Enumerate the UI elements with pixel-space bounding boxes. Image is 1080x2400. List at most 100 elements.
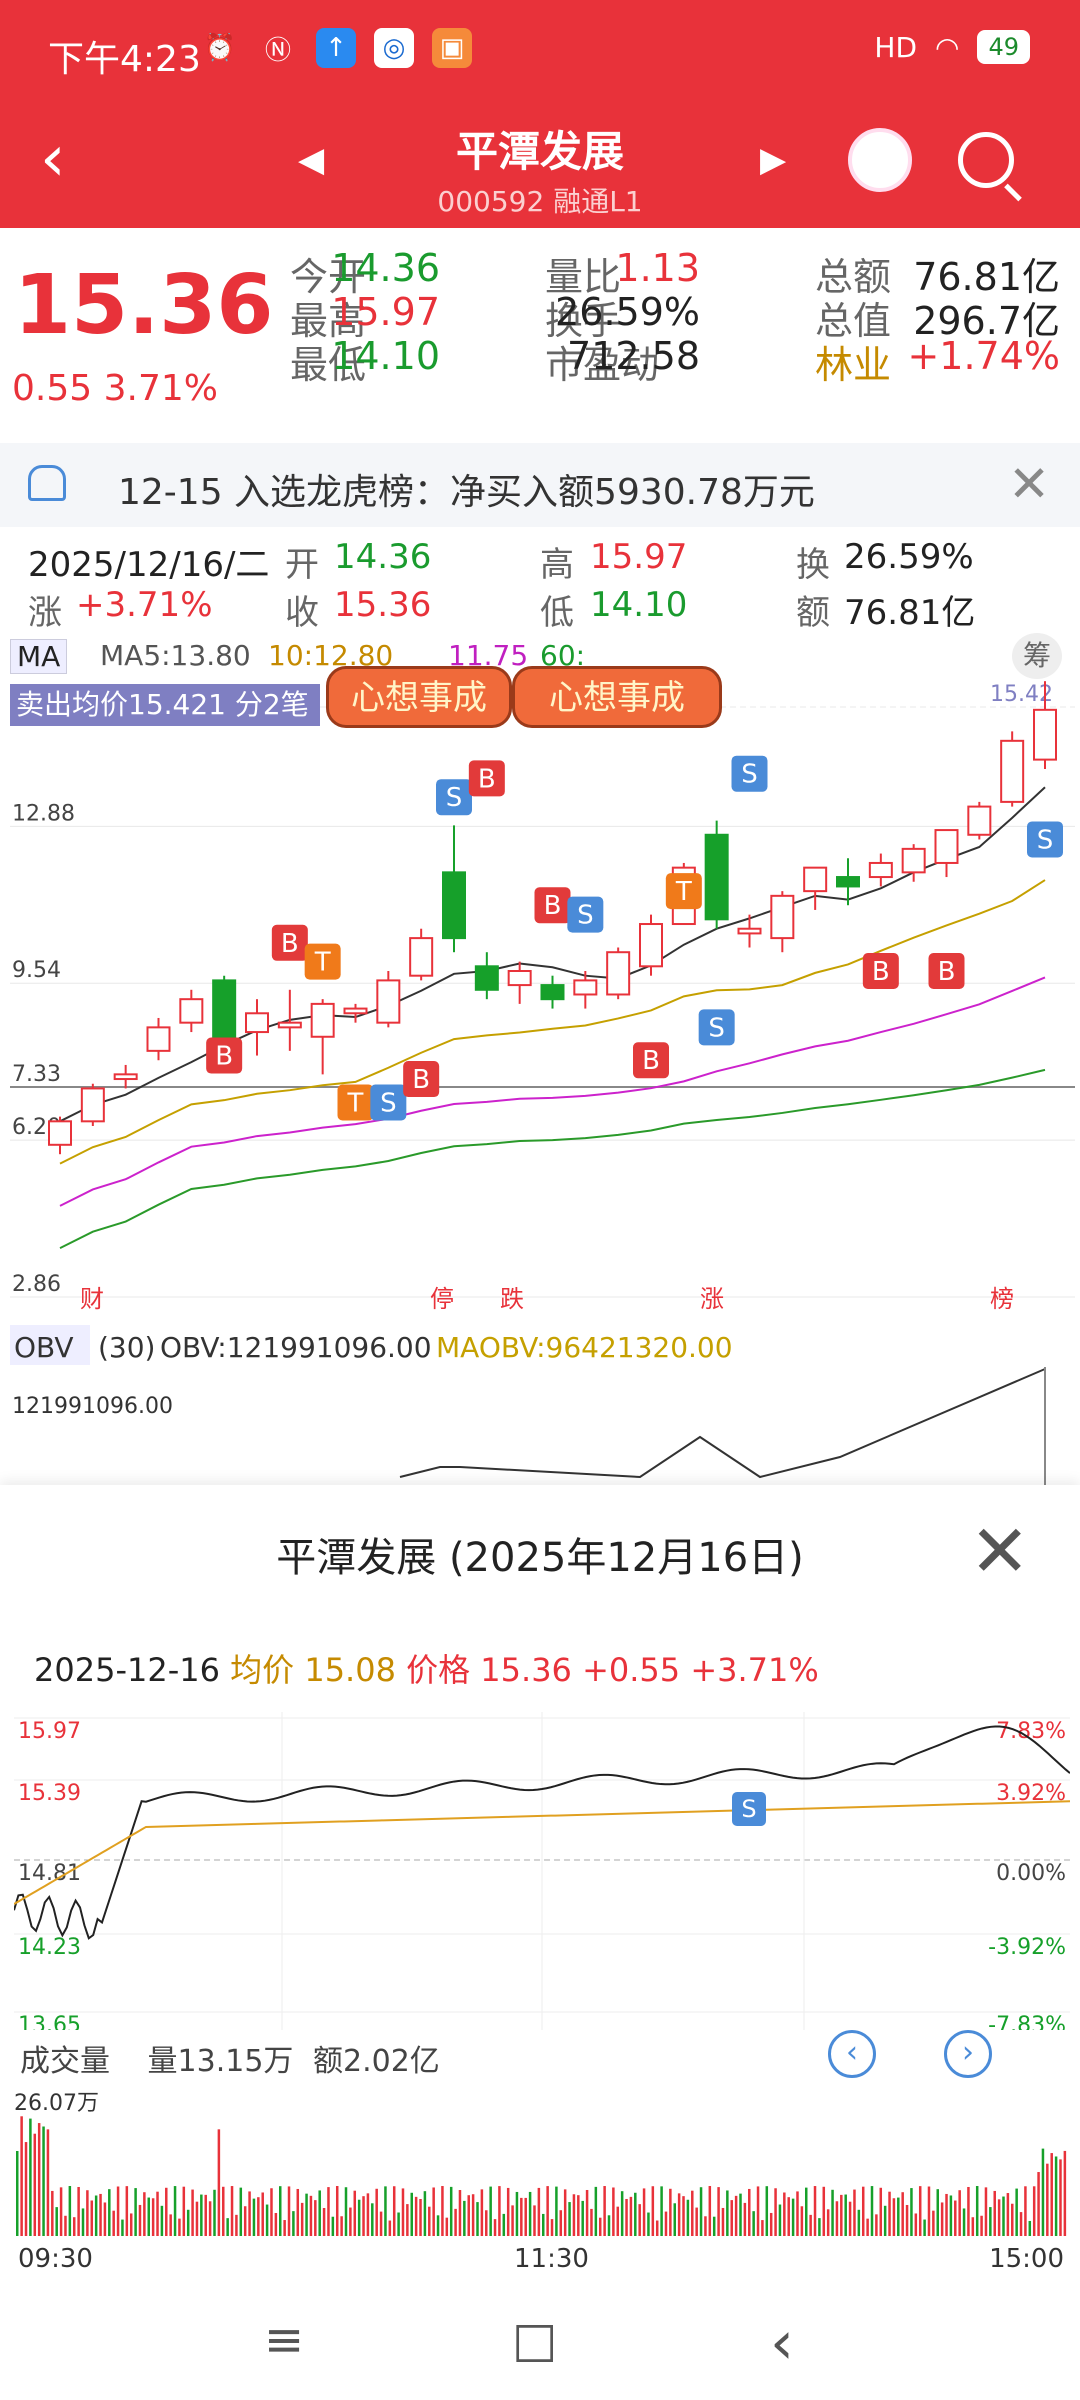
obv-y-top: 121991096.00 bbox=[12, 1394, 173, 1419]
volume-bar bbox=[292, 2211, 295, 2236]
app-icon: ◎ bbox=[374, 28, 414, 68]
next-stock-button[interactable]: ▶ bbox=[760, 140, 786, 180]
volume-bar bbox=[954, 2200, 957, 2236]
volume-bar bbox=[1006, 2193, 1010, 2236]
volume-bar bbox=[835, 2201, 839, 2236]
volume-bar bbox=[691, 2190, 694, 2236]
volume-bar bbox=[875, 2214, 878, 2236]
volume-bar bbox=[563, 2189, 567, 2236]
volume-bar bbox=[612, 2187, 615, 2236]
event-label: 涨 bbox=[700, 1285, 724, 1313]
volume-bar bbox=[805, 2187, 808, 2236]
volume-bar bbox=[1011, 2203, 1014, 2236]
candle-body bbox=[704, 833, 729, 921]
volume-bar bbox=[151, 2198, 155, 2236]
chip-button[interactable]: 筹 bbox=[1012, 633, 1062, 679]
volume-bar bbox=[809, 2214, 812, 2236]
volume-bar bbox=[169, 2214, 172, 2236]
close-icon[interactable]: ✕ bbox=[970, 1509, 1030, 1593]
candle-body bbox=[1033, 708, 1057, 761]
menu-button[interactable]: ≡ bbox=[264, 2312, 304, 2368]
volume-bar bbox=[331, 2216, 335, 2236]
volume-value: 量13.15万 bbox=[147, 2044, 294, 2079]
intraday-chart[interactable]: 15.97 7.83%15.39 3.92%14.81 0.00%14.23 -3.92… bbox=[14, 1712, 1070, 2030]
nfc-icon: Ⓝ bbox=[264, 35, 291, 66]
ma-dropdown[interactable]: MA bbox=[10, 639, 68, 674]
time-axis: 09:30 11:30 15:00 bbox=[14, 2240, 1070, 2280]
volume-bar bbox=[309, 2195, 313, 2236]
search-icon[interactable] bbox=[958, 132, 1014, 188]
volume-bar bbox=[222, 2186, 225, 2236]
alarm-icon: ⏰ bbox=[203, 33, 237, 63]
volume-bar bbox=[173, 2186, 177, 2236]
open-label: 开 bbox=[285, 545, 319, 585]
trade-marker-label: B bbox=[412, 1065, 430, 1095]
volume-bar bbox=[673, 2203, 676, 2236]
volume-bar bbox=[200, 2194, 203, 2236]
volume-bar bbox=[143, 2192, 146, 2236]
volume-bar bbox=[94, 2195, 98, 2236]
volume-bar bbox=[1050, 2153, 1053, 2236]
volume-bar bbox=[870, 2186, 874, 2236]
y-left-label: 14.23 bbox=[18, 1935, 81, 1960]
kline-chart[interactable]: 15.4212.889.547.336.202.86BBTT SBSBB SBTSS… bbox=[0, 627, 1080, 1317]
volume-bar bbox=[883, 2205, 887, 2236]
volume-bar bbox=[572, 2194, 576, 2236]
volume-bar bbox=[1002, 2196, 1005, 2236]
sell-average-label: 卖出均价15.421 分2笔 bbox=[10, 684, 320, 726]
candle-body bbox=[573, 979, 598, 996]
volume-bar bbox=[818, 2218, 821, 2236]
candle-body bbox=[310, 1002, 335, 1038]
volume-bar bbox=[1024, 2186, 1027, 2236]
home-button[interactable]: □ bbox=[512, 2312, 557, 2368]
stock-header: ‹ ◀ 平潭发展 000592 融通L1 ▶ bbox=[0, 100, 1080, 228]
volume-bar bbox=[1041, 2148, 1045, 2236]
volume-bar bbox=[68, 2186, 72, 2236]
time-end: 15:00 bbox=[989, 2244, 1064, 2274]
obv-period: (30) bbox=[98, 1331, 155, 1364]
volume-bar bbox=[423, 2191, 427, 2236]
change-value: 0.55 bbox=[12, 368, 93, 409]
volume-bar bbox=[432, 2187, 435, 2236]
event-label: 停 bbox=[430, 1285, 454, 1313]
back-nav-button[interactable]: ‹ bbox=[770, 2308, 794, 2378]
volume-bar bbox=[660, 2186, 663, 2236]
avg-value: 15.08 bbox=[304, 1651, 396, 1689]
volume-bar bbox=[252, 2198, 256, 2236]
trade-marker-label: B bbox=[642, 1046, 660, 1076]
volume-bar bbox=[585, 2189, 589, 2236]
y-tick-label: 2.86 bbox=[12, 1272, 61, 1297]
volume-bar bbox=[77, 2186, 80, 2236]
volume-bar bbox=[322, 2208, 326, 2236]
trade-marker-label: B bbox=[478, 764, 496, 794]
next-day-button[interactable]: › bbox=[944, 2030, 992, 2078]
volume-bar bbox=[204, 2194, 207, 2236]
volume-bar bbox=[257, 2197, 260, 2236]
volume-bar bbox=[138, 2204, 142, 2236]
ma5-label: MA5:13.80 bbox=[100, 639, 251, 672]
prev-day-button[interactable]: ‹ bbox=[828, 2030, 876, 2078]
volume-bar bbox=[445, 2217, 449, 2236]
change-pct: +3.71% bbox=[690, 1651, 819, 1689]
volume-bar bbox=[498, 2186, 501, 2236]
notice-text: 12-15 入选龙虎榜：净买入额5930.78万元 bbox=[118, 472, 815, 513]
volume-bar bbox=[590, 2208, 593, 2236]
volume-bar bbox=[686, 2199, 690, 2236]
obv-chart[interactable]: OBV (30) OBV:121991096.00 MAOBV:96421320.00… bbox=[0, 1317, 1080, 1485]
volume-bar bbox=[1019, 2212, 1023, 2236]
notice-bar[interactable]: 12-15 入选龙虎榜：净买入额5930.78万元 ✕ bbox=[0, 443, 1080, 527]
close-icon[interactable]: ✕ bbox=[1008, 455, 1050, 513]
intraday-summary: 2025-12-16 均价 15.08 价格 15.36 +0.55 +3.71… bbox=[34, 1645, 819, 1691]
volume-bar bbox=[778, 2204, 782, 2236]
volume-bar bbox=[384, 2186, 387, 2236]
volume-bar bbox=[699, 2187, 703, 2236]
volume-bar bbox=[866, 2218, 869, 2236]
volume-bar bbox=[485, 2210, 488, 2236]
volume-bar bbox=[594, 2186, 598, 2236]
volume-bar bbox=[305, 2193, 308, 2236]
tiger-sticker-2: 心想事成 bbox=[512, 666, 722, 728]
trade-marker-label: S bbox=[741, 760, 758, 790]
volume-chart: 26.07万 bbox=[14, 2091, 1067, 2236]
volume-bar bbox=[239, 2187, 243, 2236]
assistant-icon[interactable] bbox=[848, 128, 912, 192]
